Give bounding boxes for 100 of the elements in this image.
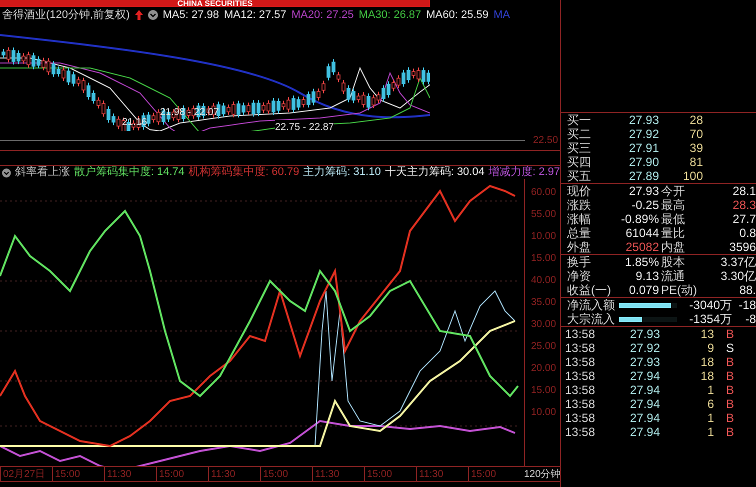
time-axis-label: 11:30 <box>416 466 468 482</box>
time-axis-label: 11:30 <box>104 466 156 482</box>
axis-label: 20.00 <box>531 362 556 376</box>
trade-price: 27.92 <box>628 341 660 355</box>
chevron-icon[interactable] <box>148 10 158 20</box>
indicator-legend: 十天主力筹码: 30.04 <box>384 164 484 181</box>
axis-label: 40.00 <box>531 274 556 288</box>
trade-time: 13:58 <box>565 355 596 369</box>
stat-value: 27.7 <box>732 212 756 226</box>
ma-legend: MA60: 25.59 <box>426 6 489 24</box>
stock-title: 舍得酒业(120分钟,前复权) <box>2 8 130 23</box>
stat-value: 3.37亿 <box>720 255 756 269</box>
stat-value: 3596 <box>728 240 756 254</box>
trade-side: B <box>725 425 734 439</box>
indicator-legend: 机构筹码集中度: 60.79 <box>188 164 300 181</box>
stat-value: 9.13 <box>634 269 659 283</box>
bid-label: 买一 <box>567 113 592 127</box>
price-label: 21.16 <box>122 116 148 130</box>
chevron-icon[interactable] <box>2 168 11 178</box>
stat-value: 88. <box>738 283 756 297</box>
trade-volume: 6 <box>706 397 714 411</box>
stat-value: 28.3 <box>732 198 756 212</box>
trade-time: 13:58 <box>565 425 596 439</box>
bid-volume: 70 <box>688 127 703 141</box>
axis-label: 30.00 <box>531 318 556 332</box>
bid-price: 27.89 <box>628 169 659 183</box>
trade-price: 27.94 <box>628 383 660 397</box>
axis-label: 25.00 <box>531 340 556 354</box>
ma-legend: MA12: 27.57 <box>224 6 286 24</box>
stat-value: 25082 <box>624 240 659 254</box>
trade-time: 13:58 <box>565 327 596 341</box>
ma-legend: MA <box>494 6 510 24</box>
trade-price: 27.94 <box>628 397 660 411</box>
price-range-label: 21.98 - 22.07 <box>160 106 219 120</box>
trade-time: 13:58 <box>565 411 596 425</box>
trade-side: B <box>725 397 734 411</box>
stat-label: 最高 <box>660 198 686 212</box>
time-axis-label: 15:00 <box>260 466 312 482</box>
axis-label: 60.00 <box>531 186 556 200</box>
axis-label: 35.00 <box>531 296 556 310</box>
trade-volume: 18 <box>700 355 714 369</box>
trade-time: 13:58 <box>565 369 596 383</box>
indicator-legend: 增减力度: 2.97 <box>488 164 560 181</box>
bid-label: 买二 <box>567 127 592 141</box>
trade-side: B <box>725 327 734 341</box>
stat-label: 流通 <box>660 269 686 283</box>
trade-price: 27.94 <box>628 425 660 439</box>
bid-volume: 28 <box>688 113 703 127</box>
trade-time: 13:58 <box>565 341 596 355</box>
stat-label: 换手 <box>567 255 592 269</box>
flow-percent: -8 <box>744 312 756 326</box>
trade-side: S <box>725 341 734 355</box>
time-axis-label: 11:30 <box>208 466 260 482</box>
bid-volume: 100 <box>682 169 703 183</box>
stat-label: 内盘 <box>660 240 686 254</box>
indicator-name: 斜率看上涨 <box>14 164 70 180</box>
axis-label: 22.50 <box>532 134 558 148</box>
stat-value: -0.89% <box>620 212 659 226</box>
bid-volume: 81 <box>688 155 703 169</box>
trade-volume: 9 <box>706 341 714 355</box>
ma-legend: MA5: 27.98 <box>162 6 220 24</box>
stat-value: 28.1 <box>732 184 756 198</box>
stat-label: PE(动) <box>660 283 698 297</box>
stat-value: 3.30亿 <box>720 269 756 283</box>
stat-label: 净资 <box>567 269 592 283</box>
bid-price: 27.92 <box>628 127 659 141</box>
flow-value: -3040万 <box>688 298 732 312</box>
trade-volume: 1 <box>706 411 714 425</box>
ma-legend: MA30: 26.87 <box>358 6 422 24</box>
time-axis-label: 15:00 <box>156 466 208 482</box>
bid-label: 买三 <box>567 141 592 155</box>
period-label: 120分钟 <box>523 468 561 482</box>
time-axis-label: 15:00 <box>52 466 104 482</box>
trade-volume: 18 <box>700 369 714 383</box>
bid-price: 27.91 <box>628 141 659 155</box>
time-axis-label: 15:00 <box>364 466 416 482</box>
trade-time: 13:58 <box>565 383 596 397</box>
axis-label: 10.00 <box>531 230 556 244</box>
time-axis-label: 02月27日 <box>0 466 52 482</box>
stat-label: 最低 <box>660 212 686 226</box>
bid-volume: 39 <box>688 141 703 155</box>
bid-label: 买四 <box>567 155 592 169</box>
stat-label: 现价 <box>567 184 592 198</box>
bid-price: 27.93 <box>628 113 659 127</box>
stat-label: 外盘 <box>567 240 592 254</box>
indicator-legend: 主力筹码: 31.10 <box>303 164 381 181</box>
stat-value: 0.079 <box>628 283 659 297</box>
trade-volume: 13 <box>700 327 714 341</box>
flow-label: 净流入额 <box>567 298 616 312</box>
axis-label: 15.00 <box>531 252 556 266</box>
time-axis-label: 15:00 <box>468 466 520 482</box>
ma-legend: MA20: 27.25 <box>291 6 354 24</box>
trade-volume: 1 <box>706 383 714 397</box>
stat-value: -0.25 <box>630 198 659 212</box>
flow-percent: -18 <box>738 298 756 312</box>
stat-value: 0.8 <box>738 226 756 240</box>
stat-label: 涨跌 <box>567 198 592 212</box>
stat-value: 1.85% <box>624 255 659 269</box>
stat-value: 27.93 <box>628 184 659 198</box>
trade-side: B <box>725 355 734 369</box>
